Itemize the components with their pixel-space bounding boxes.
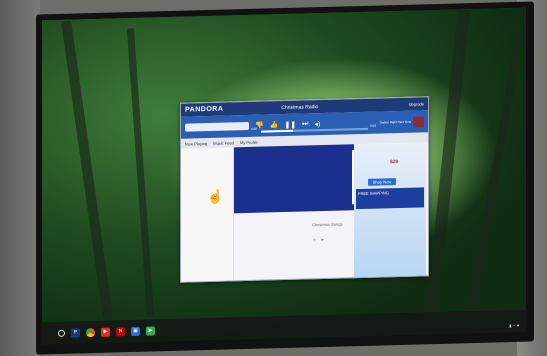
- volume-icon[interactable]: ◂): [314, 120, 320, 128]
- progress-fill: [261, 129, 294, 133]
- taskbar: P ▶ N ▣ ▶ ▮ ◔ ▼: [42, 309, 526, 345]
- ad-banner[interactable]: FREE SHIPPING: [356, 187, 424, 210]
- station-title: Christmas Radio: [281, 103, 319, 111]
- time-total: 3:59: [370, 123, 376, 128]
- station-banner: [234, 144, 401, 214]
- wall-left: [0, 0, 40, 356]
- pandora-app-icon[interactable]: P: [71, 327, 80, 338]
- shop-now-button[interactable]: Shop Now: [368, 178, 396, 186]
- tab-now-playing[interactable]: Now Playing: [185, 141, 207, 147]
- station-list-panel[interactable]: ☝: [181, 147, 234, 282]
- hand-cursor-icon: ☝: [207, 188, 224, 205]
- launcher-icon[interactable]: [58, 329, 65, 337]
- song-actions[interactable]: + ▸: [313, 237, 324, 243]
- system-tray[interactable]: ▮ ◔ ▼: [509, 323, 520, 328]
- pandora-window[interactable]: PANDORA Christmas Radio Upgrade 👎 👍 ❚❚ ⏭…: [180, 96, 429, 283]
- skip-icon[interactable]: ⏭: [302, 120, 308, 128]
- thumbs-up-icon[interactable]: 👍: [270, 121, 279, 129]
- album-thumbnail[interactable]: [413, 115, 424, 128]
- ad-panel[interactable]: $29 Shop Now FREE SHIPPING: [354, 142, 426, 278]
- tree-trunk: [61, 20, 113, 319]
- youtube-icon[interactable]: ▶: [101, 327, 110, 337]
- time-elapsed: 0:38: [251, 126, 257, 131]
- tree-trunk: [467, 29, 525, 308]
- pause-icon[interactable]: ❚❚: [284, 121, 296, 129]
- upgrade-link[interactable]: Upgrade: [409, 101, 424, 106]
- content-area: ☝ Christmas Songs + ▸ $29 Shop Now FREE …: [181, 142, 428, 282]
- tab-music-feed[interactable]: Music Feed: [213, 140, 234, 146]
- ad-price: $29: [390, 159, 399, 166]
- pandora-logo: PANDORA: [185, 105, 224, 114]
- tv-frame: PANDORA Christmas Radio Upgrade 👎 👍 ❚❚ ⏭…: [36, 1, 534, 355]
- netflix-icon[interactable]: N: [116, 326, 125, 336]
- search-input[interactable]: [185, 121, 249, 132]
- tree-trunk: [426, 9, 470, 310]
- tree-trunk: [126, 28, 155, 318]
- chrome-icon[interactable]: [86, 327, 95, 337]
- album-label[interactable]: Christmas Songs: [312, 221, 342, 227]
- tab-my-profile[interactable]: My Profile: [240, 139, 258, 144]
- play-store-icon[interactable]: ▶: [146, 325, 155, 336]
- files-icon[interactable]: ▣: [131, 326, 140, 336]
- desktop-screen: PANDORA Christmas Radio Upgrade 👎 👍 ❚❚ ⏭…: [42, 7, 526, 345]
- now-playing-info: Station Right Here Now: [379, 119, 411, 125]
